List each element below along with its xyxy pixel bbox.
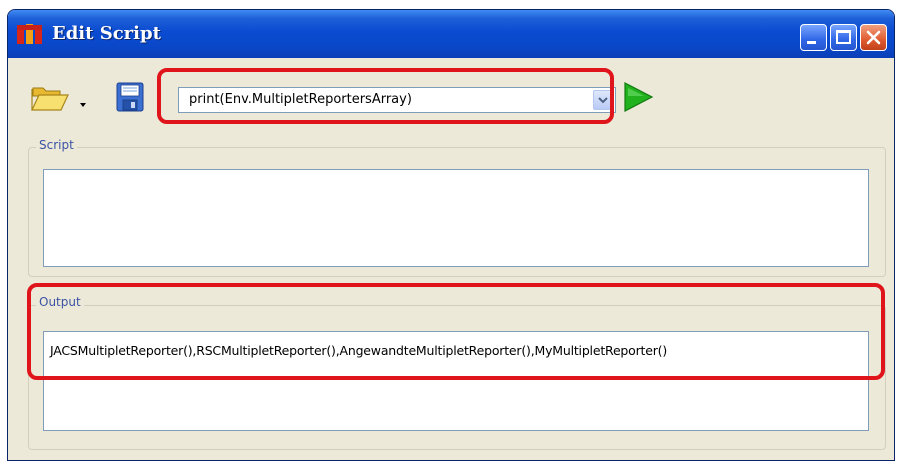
window-title: Edit Script	[52, 23, 161, 44]
script-editor[interactable]	[43, 169, 869, 267]
play-run-icon	[624, 82, 654, 112]
open-dropdown-button[interactable]	[78, 94, 88, 107]
save-button[interactable]	[116, 82, 144, 112]
close-button[interactable]	[860, 24, 887, 51]
combo-highlight-frame	[157, 68, 614, 124]
output-highlight-frame	[27, 283, 885, 380]
folder-open-icon	[31, 87, 69, 111]
chevron-down-icon	[80, 103, 86, 107]
maximize-button[interactable]	[830, 24, 857, 51]
close-icon	[865, 29, 882, 50]
open-button[interactable]	[30, 80, 70, 116]
minimize-button[interactable]	[800, 24, 827, 51]
run-button[interactable]	[622, 82, 654, 112]
floppy-save-icon	[116, 82, 144, 112]
title-bar[interactable]: Edit Script	[8, 10, 894, 58]
script-group-label: Script	[36, 138, 77, 152]
minimize-icon	[807, 41, 816, 44]
maximize-icon	[836, 30, 851, 44]
edit-script-window: Edit Script print(Env.MultipletReporters…	[7, 9, 895, 461]
app-logo-icon	[16, 22, 44, 46]
